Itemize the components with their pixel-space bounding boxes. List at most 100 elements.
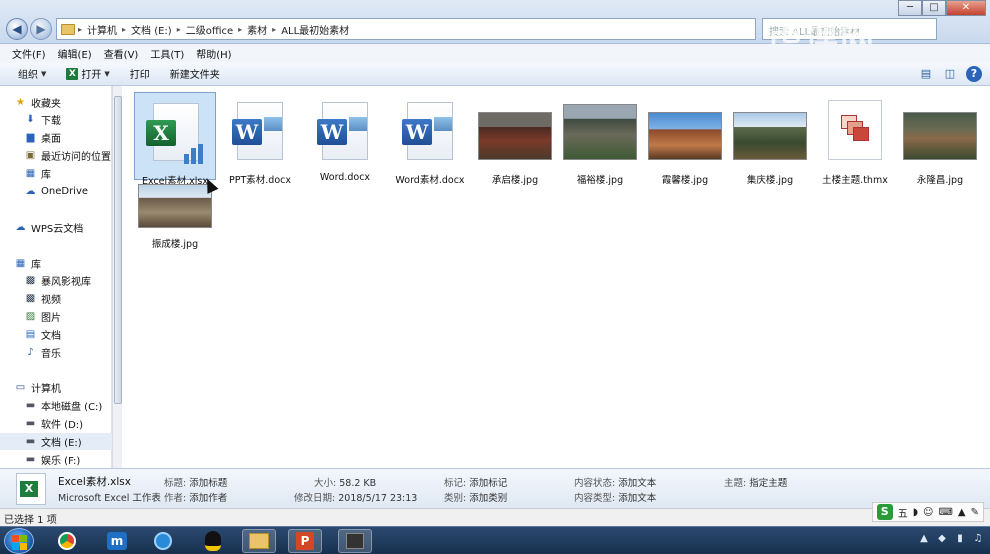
- file-ppt-sucai[interactable]: W PPT素材.docx: [219, 92, 301, 186]
- file-label: PPT素材.docx: [229, 175, 291, 186]
- minimize-button[interactable]: ─: [898, 0, 922, 16]
- sogou-logo-icon: S: [876, 504, 893, 520]
- drive-icon: ▬: [25, 454, 36, 465]
- detail-tags[interactable]: 添加标记: [469, 478, 507, 489]
- nav-favorites[interactable]: ★ 收藏夹: [14, 94, 126, 111]
- print-button[interactable]: 打印: [120, 66, 160, 81]
- drive-icon: ▬: [25, 400, 36, 411]
- crumb-drive-e[interactable]: 文档 (E:): [127, 22, 176, 37]
- computer-icon: ▭: [15, 382, 26, 393]
- file-chengqilou[interactable]: 承启楼.jpg: [474, 92, 556, 186]
- document-icon: ▤: [25, 329, 36, 340]
- file-label: 福裕楼.jpg: [576, 175, 624, 186]
- detail-filename: Excel素材.xlsx: [58, 476, 131, 488]
- window-controls: ─ □ ✕: [898, 0, 986, 16]
- file-label: Word.docx: [319, 172, 371, 183]
- detail-author[interactable]: 添加作者: [189, 493, 227, 504]
- maximize-button[interactable]: □: [922, 0, 946, 16]
- volume-icon[interactable]: ♫: [972, 533, 984, 545]
- chevron-down-icon: ▼: [41, 69, 47, 78]
- photo-thumbnail: [563, 104, 637, 160]
- photo-thumbnail: [648, 112, 722, 160]
- file-word[interactable]: W Word.docx: [304, 92, 386, 183]
- drive-icon: ▬: [25, 418, 36, 429]
- photo-thumbnail: [733, 112, 807, 160]
- breadcrumb[interactable]: ▸ 计算机 ▸ 文档 (E:) ▸ 二级office ▸ 素材 ▸ ALL最初始…: [56, 18, 756, 40]
- detail-content-type[interactable]: 添加文本: [618, 493, 656, 504]
- file-label: 永隆昌.jpg: [916, 175, 964, 186]
- detail-content-status[interactable]: 添加文本: [618, 478, 656, 489]
- photo-thumbnail: [138, 184, 212, 228]
- view-options-icon[interactable]: ▤: [918, 66, 934, 82]
- detail-subject[interactable]: 指定主题: [749, 478, 787, 489]
- start-button[interactable]: [4, 528, 34, 554]
- file-tulou-theme[interactable]: 土楼主题.thmx: [814, 92, 896, 186]
- file-excel-sucai[interactable]: X Excel素材.xlsx: [134, 92, 216, 187]
- picture-icon: ▨: [25, 311, 36, 322]
- punctuation-icon[interactable]: ◗: [913, 507, 918, 518]
- photo-thumbnail: [903, 112, 977, 160]
- new-folder-button[interactable]: 新建文件夹: [160, 66, 230, 81]
- browser-taskbar-icon[interactable]: [146, 529, 180, 553]
- emoji-icon[interactable]: ☺: [923, 507, 933, 518]
- status-bar: 已选择 1 项: [0, 508, 990, 526]
- word-icon: W: [402, 119, 432, 145]
- crumb-sucai[interactable]: 素材: [243, 22, 271, 37]
- file-word-sucai[interactable]: W Word素材.docx: [389, 92, 471, 186]
- nav-computer[interactable]: ▭ 计算机: [14, 379, 126, 396]
- menu-file[interactable]: 文件(F): [6, 46, 52, 61]
- download-icon: ⬇: [26, 114, 35, 125]
- detail-filetype: Microsoft Excel 工作表: [58, 493, 161, 504]
- menu-tools[interactable]: 工具(T): [144, 46, 190, 61]
- organize-button[interactable]: 组织 ▼: [8, 66, 56, 82]
- file-yonglongchang[interactable]: 永隆昌.jpg: [899, 92, 981, 186]
- file-jiqinglou[interactable]: 集庆楼.jpg: [729, 92, 811, 186]
- recorder-taskbar-icon[interactable]: [338, 529, 372, 553]
- library-icon: ▦: [15, 258, 26, 269]
- excel-file-icon: X: [16, 473, 46, 505]
- file-xiaxinlou[interactable]: 霞馨楼.jpg: [644, 92, 726, 186]
- nav-libraries[interactable]: ▦ 库: [14, 255, 126, 272]
- menu-help[interactable]: 帮助(H): [190, 46, 237, 61]
- scrollbar-thumb[interactable]: [114, 96, 122, 404]
- powerpoint-taskbar-icon[interactable]: P: [288, 529, 322, 553]
- file-fuyulou[interactable]: 福裕楼.jpg: [559, 92, 641, 186]
- nav-wps[interactable]: ☁ WPS云文档: [14, 219, 126, 236]
- file-zhenchenglou[interactable]: 振成楼.jpg: [134, 178, 216, 252]
- network-icon[interactable]: ▮: [954, 533, 966, 545]
- crumb-office[interactable]: 二级office: [182, 22, 237, 37]
- menu-view[interactable]: 查看(V): [98, 46, 145, 61]
- wrench-icon[interactable]: ✎: [971, 507, 979, 518]
- forward-button[interactable]: ▶: [30, 18, 52, 40]
- cloud-icon: ☁: [15, 222, 26, 233]
- nav-scrollbar[interactable]: [112, 86, 122, 468]
- crumb-computer[interactable]: 计算机: [83, 22, 121, 37]
- nav-drive-e[interactable]: ▬ 文档 (E:): [0, 433, 112, 450]
- explorer-taskbar-icon[interactable]: [242, 529, 276, 553]
- file-list: X Excel素材.xlsx W PPT素材.docx W Word.docx …: [122, 86, 990, 468]
- tray-arrow-icon[interactable]: ▲: [918, 533, 930, 545]
- excel-icon: X: [146, 120, 176, 146]
- qq-taskbar-icon[interactable]: [196, 529, 230, 553]
- ime-toolbar[interactable]: S 五 ◗ ☺ ⌨ ▲ ✎: [871, 502, 984, 522]
- excel-icon: X: [66, 67, 79, 80]
- navigation-pane: ★ 收藏夹 ⬇ 下载 ▆ 桌面 ▣ 最近访问的位置 ▦ 库 ☁ OneDrive ☁ WPS云…: [0, 86, 112, 468]
- ime-mode[interactable]: 五: [898, 505, 908, 520]
- detail-title[interactable]: 添加标题: [189, 478, 227, 489]
- detail-category[interactable]: 添加类别: [469, 493, 507, 504]
- skin-icon[interactable]: ▲: [958, 507, 966, 518]
- maxthon-taskbar-icon[interactable]: m: [100, 529, 134, 553]
- command-bar: 组织 ▼ X 打开 ▼ 打印 新建文件夹 ▤ ◫ ?: [0, 62, 990, 86]
- chrome-taskbar-icon[interactable]: [50, 529, 84, 553]
- keyboard-icon[interactable]: ⌨: [938, 507, 952, 518]
- back-button[interactable]: ◀: [6, 18, 28, 40]
- shield-icon[interactable]: ◆: [936, 533, 948, 545]
- close-button[interactable]: ✕: [946, 0, 986, 16]
- menu-edit[interactable]: 编辑(E): [52, 46, 98, 61]
- open-button[interactable]: X 打开 ▼: [56, 66, 119, 81]
- crumb-current[interactable]: ALL最初始素材: [277, 22, 353, 37]
- preview-pane-icon[interactable]: ◫: [942, 66, 958, 82]
- details-pane: X Excel素材.xlsx Microsoft Excel 工作表 标题: 添…: [0, 468, 990, 508]
- help-icon[interactable]: ?: [966, 66, 982, 82]
- word-icon: W: [232, 119, 262, 145]
